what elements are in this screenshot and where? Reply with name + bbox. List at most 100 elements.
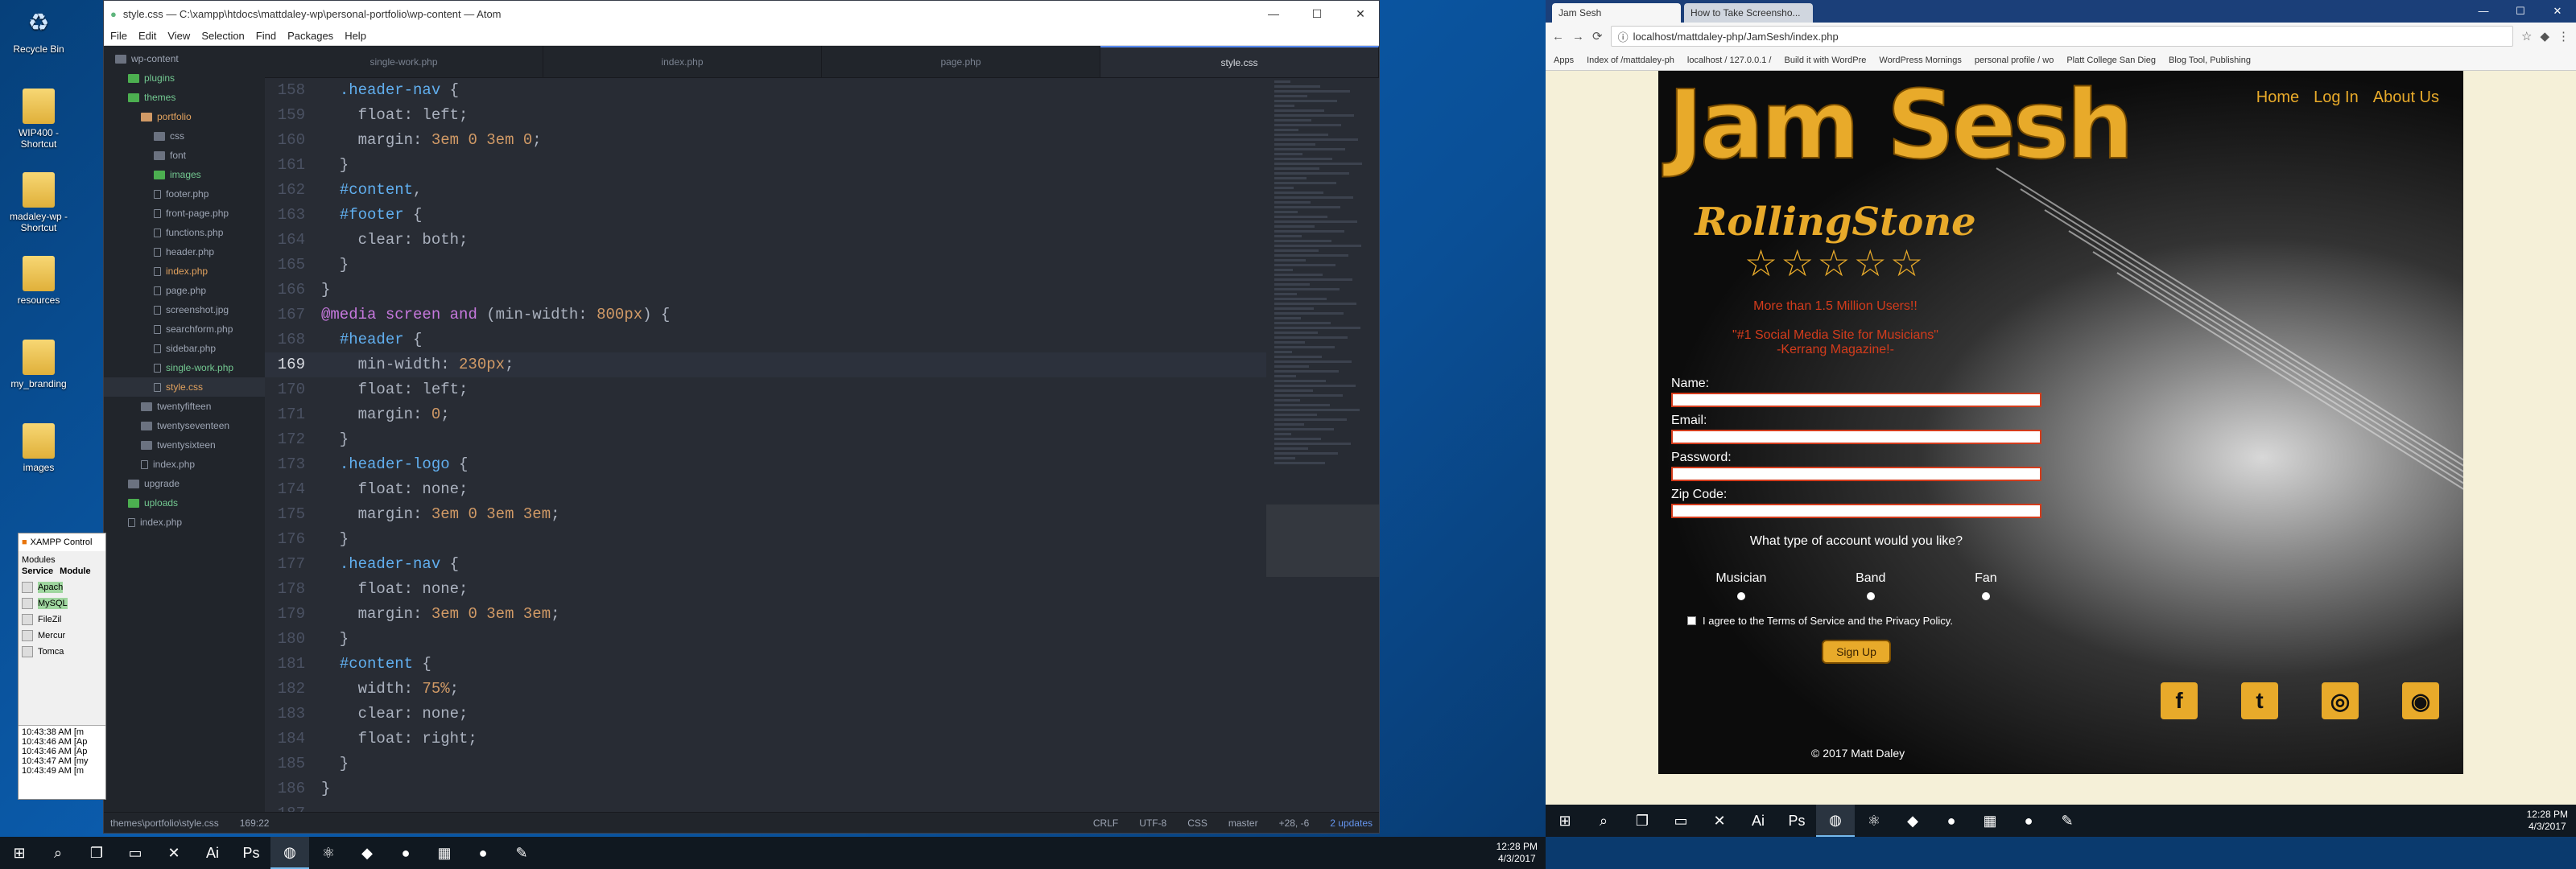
task-view-icon[interactable]: ❐: [77, 837, 116, 869]
forward-icon[interactable]: →: [1572, 30, 1584, 43]
desktop-icon[interactable]: my_branding: [6, 340, 71, 389]
xampp-taskbar-icon[interactable]: ✕: [155, 837, 193, 869]
tree-item[interactable]: index.php: [104, 513, 265, 532]
file-explorer-icon[interactable]: ▭: [116, 837, 155, 869]
tree-item[interactable]: searchform.php: [104, 319, 265, 339]
xampp-taskbar-icon[interactable]: ✕: [1700, 805, 1739, 837]
bookmark-item[interactable]: WordPress Mornings: [1879, 56, 1962, 65]
zip-code-input[interactable]: [1671, 504, 2041, 518]
atom-icon[interactable]: ⚛: [1855, 805, 1893, 837]
menu-packages[interactable]: Packages: [287, 30, 333, 42]
status-grammar[interactable]: CSS: [1187, 818, 1208, 829]
maximize-button[interactable]: ☐: [1298, 7, 1335, 21]
facebook-icon[interactable]: f: [2161, 682, 2198, 719]
radio-fan[interactable]: Fan: [1975, 571, 1997, 600]
menu-file[interactable]: File: [110, 30, 127, 42]
paint-icon[interactable]: ✎: [2048, 805, 2087, 837]
illustrator-icon[interactable]: Ai: [193, 837, 232, 869]
bookmark-item[interactable]: Build it with WordPre: [1785, 56, 1867, 65]
address-bar[interactable]: ⓘ localhost/mattdaley-php/JamSesh/index.p…: [1610, 26, 2513, 47]
status-diff[interactable]: +28, -6: [1279, 818, 1310, 829]
task-view-icon[interactable]: ❐: [1623, 805, 1662, 837]
search-icon[interactable]: ⌕: [1584, 805, 1623, 837]
spotify-icon-2[interactable]: ●: [464, 837, 502, 869]
tree-item[interactable]: images: [104, 165, 265, 184]
start-button[interactable]: ⊞: [0, 837, 39, 869]
paint-icon[interactable]: ✎: [502, 837, 541, 869]
status-updates[interactable]: 2 updates: [1330, 818, 1373, 829]
tree-item[interactable]: wp-content: [104, 49, 265, 68]
illustrator-icon[interactable]: Ai: [1739, 805, 1777, 837]
menu-help[interactable]: Help: [345, 30, 366, 42]
menu-edit[interactable]: Edit: [138, 30, 156, 42]
status-cursor[interactable]: 169:22: [240, 818, 270, 829]
status-eol[interactable]: CRLF: [1093, 818, 1118, 829]
app-icon[interactable]: ◆: [1893, 805, 1932, 837]
file-explorer-icon[interactable]: ▭: [1662, 805, 1700, 837]
app-icon[interactable]: ◆: [348, 837, 386, 869]
status-branch[interactable]: master: [1228, 818, 1258, 829]
radio-musician[interactable]: Musician: [1715, 571, 1766, 600]
status-path[interactable]: themes\portfolio\style.css: [110, 818, 219, 829]
tree-item[interactable]: front-page.php: [104, 204, 265, 223]
calculator-icon[interactable]: ▦: [425, 837, 464, 869]
tree-item[interactable]: upgrade: [104, 474, 265, 493]
tree-item[interactable]: screenshot.jpg: [104, 300, 265, 319]
tree-item[interactable]: footer.php: [104, 184, 265, 204]
status-encoding[interactable]: UTF-8: [1139, 818, 1166, 829]
bookmark-item[interactable]: Blog Tool, Publishing: [2169, 56, 2251, 65]
minimize-button[interactable]: —: [2465, 0, 2502, 23]
tree-item[interactable]: index.php: [104, 455, 265, 474]
xampp-service-checkbox[interactable]: [22, 646, 33, 657]
tree-item[interactable]: themes: [104, 88, 265, 107]
tree-item[interactable]: single-work.php: [104, 358, 265, 377]
xampp-service-checkbox[interactable]: [22, 630, 33, 641]
tree-item[interactable]: twentysixteen: [104, 435, 265, 455]
reload-icon[interactable]: ⟳: [1592, 29, 1603, 43]
tab-single-work-php[interactable]: single-work.php: [265, 46, 543, 77]
maximize-button[interactable]: ☐: [2502, 0, 2539, 23]
xampp-service-checkbox[interactable]: [22, 582, 33, 593]
tab-screenshot[interactable]: How to Take Screensho...: [1684, 3, 1813, 23]
password-input[interactable]: [1671, 467, 2041, 481]
tree-item[interactable]: page.php: [104, 281, 265, 300]
nav-log-in[interactable]: Log In: [2314, 89, 2359, 107]
instagram-icon[interactable]: ◎: [2322, 682, 2359, 719]
menu-selection[interactable]: Selection: [201, 30, 244, 42]
start-button[interactable]: ⊞: [1546, 805, 1584, 837]
desktop-icon[interactable]: images: [6, 423, 71, 473]
tab-index-php[interactable]: index.php: [543, 46, 822, 77]
sign-up-button[interactable]: Sign Up: [1822, 640, 1891, 664]
xampp-service-checkbox[interactable]: [22, 598, 33, 609]
clock[interactable]: 12:28 PM 4/3/2017: [2527, 809, 2576, 833]
spotify-icon[interactable]: ●: [386, 837, 425, 869]
minimize-button[interactable]: —: [1255, 7, 1292, 20]
tree-item[interactable]: functions.php: [104, 223, 265, 242]
terms-checkbox[interactable]: [1687, 616, 1696, 625]
name-input[interactable]: [1671, 393, 2041, 407]
nav-about-us[interactable]: About Us: [2373, 89, 2439, 107]
radio-button[interactable]: [1981, 592, 1990, 600]
close-button[interactable]: ✕: [1342, 7, 1379, 21]
spotify-icon-2[interactable]: ●: [2009, 805, 2048, 837]
tab-style-css[interactable]: style.css: [1100, 46, 1379, 77]
bookmark-item[interactable]: localhost / 127.0.0.1 /: [1687, 56, 1772, 65]
code-area[interactable]: 158 .header-nav {159 float: left; 160 mar…: [265, 78, 1266, 812]
minimap-viewport[interactable]: [1266, 505, 1379, 577]
minimap[interactable]: [1266, 78, 1379, 812]
bookmark-item[interactable]: Platt College San Dieg: [2066, 56, 2156, 65]
desktop-icon[interactable]: ♻ Recycle Bin: [6, 5, 71, 56]
close-button[interactable]: ✕: [2539, 0, 2576, 23]
tree-item[interactable]: css: [104, 126, 265, 146]
tree-item[interactable]: uploads: [104, 493, 265, 513]
radio-button[interactable]: [1866, 592, 1875, 600]
photoshop-icon[interactable]: Ps: [1777, 805, 1816, 837]
desktop-icon[interactable]: WIP400 - Shortcut: [6, 89, 71, 150]
site-logo[interactable]: Jam Sesh: [1667, 76, 2135, 173]
search-icon[interactable]: ⌕: [39, 837, 77, 869]
tree-item[interactable]: portfolio: [104, 107, 265, 126]
xampp-service-checkbox[interactable]: [22, 614, 33, 625]
photoshop-icon[interactable]: Ps: [232, 837, 270, 869]
rss-icon[interactable]: ◉: [2402, 682, 2439, 719]
extension-icon[interactable]: ◆: [2540, 29, 2549, 43]
